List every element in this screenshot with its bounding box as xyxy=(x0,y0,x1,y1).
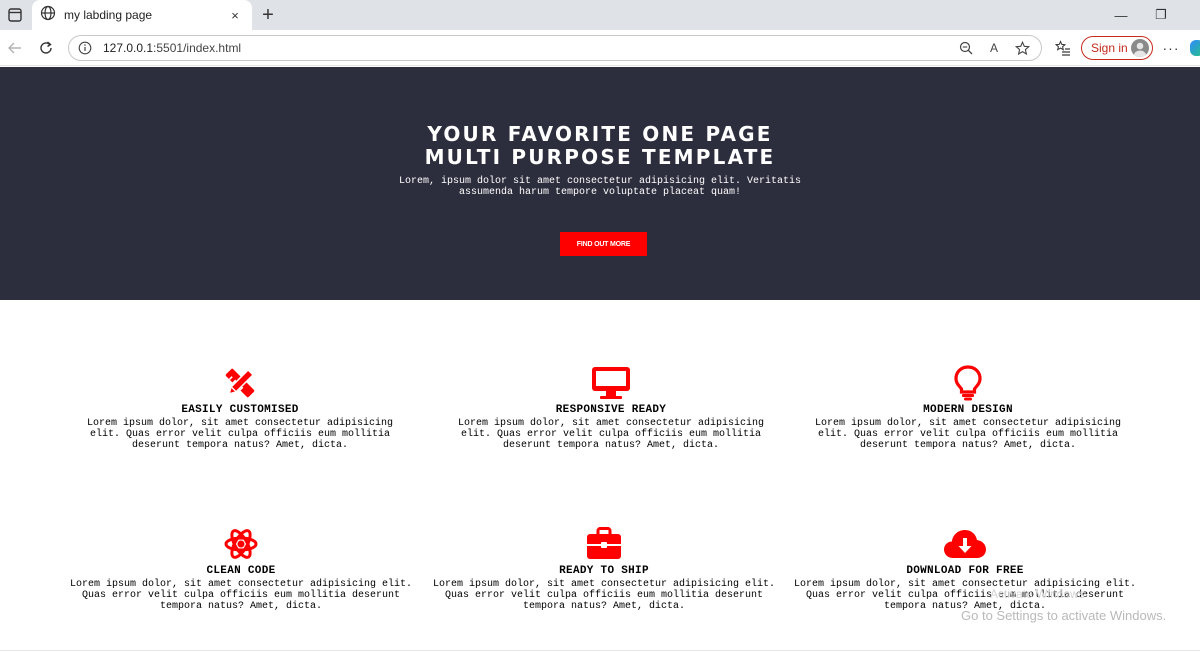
feature-text: Lorem ipsum dolor, sit amet consectetur … xyxy=(61,579,421,612)
page-bottom-edge xyxy=(0,650,1200,654)
zoom-icon[interactable] xyxy=(955,37,977,59)
back-icon[interactable] xyxy=(4,37,26,59)
favorite-star-icon[interactable] xyxy=(1011,37,1033,59)
feature-text-line: tempora natus? Amet, dicta. xyxy=(522,601,686,612)
feature-modern-design: MODERN DESIGN Lorem ipsum dolor, sit ame… xyxy=(788,365,1148,451)
feature-text-line: Lorem ipsum dolor, sit amet consectetur … xyxy=(814,418,1122,429)
feature-text-line: Quas error velit culpa officiis eum moll… xyxy=(805,590,1125,601)
new-tab-icon[interactable]: + xyxy=(257,4,279,26)
feature-text-line: deserunt tempora natus? Amet, dicta. xyxy=(859,440,1077,451)
feature-text: Lorem ipsum dolor, sit amet consectetur … xyxy=(431,418,791,451)
feature-text-line: Lorem ipsum dolor, sit amet consectetur … xyxy=(432,579,776,590)
feature-text-line: Lorem ipsum dolor, sit amet consectetur … xyxy=(69,579,413,590)
feature-text-line: Quas error velit culpa officiis eum moll… xyxy=(444,590,764,601)
feature-text: Lorem ipsum dolor, sit amet consectetur … xyxy=(424,579,784,612)
feature-text-line: Quas error velit culpa officiis eum moll… xyxy=(81,590,401,601)
feature-text: Lorem ipsum dolor, sit amet consectetur … xyxy=(60,418,420,451)
hero-subtitle: Lorem, ipsum dolor sit amet consectetur … xyxy=(0,176,1200,198)
feature-clean-code: CLEAN CODE Lorem ipsum dolor, sit amet c… xyxy=(61,526,421,612)
address-bar[interactable]: 127.0.0.1:5501/index.html A xyxy=(68,35,1042,61)
url-path: :5501/index.html xyxy=(153,41,242,55)
browser-tab-active[interactable]: my labding page × xyxy=(32,0,252,30)
avatar-icon xyxy=(1131,39,1149,57)
feature-title: READY TO SHIP xyxy=(559,565,649,577)
pencil-ruler-icon xyxy=(60,365,420,401)
hero-title: YOUR FAVORITE ONE PAGE MULTI PURPOSE TEM… xyxy=(0,123,1200,169)
tab-close-icon[interactable]: × xyxy=(226,6,244,24)
feature-text-line: tempora natus? Amet, dicta. xyxy=(159,601,323,612)
windows-activation-notice: Go to Settings to activate Windows. xyxy=(961,608,1167,623)
url-host: 127.0.0.1 xyxy=(103,41,154,55)
feature-title: EASILY CUSTOMISED xyxy=(181,404,299,416)
read-aloud-icon[interactable]: A xyxy=(983,37,1005,59)
feature-text-line: deserunt tempora natus? Amet, dicta. xyxy=(502,440,720,451)
feature-title: CLEAN CODE xyxy=(206,565,276,577)
feature-text-line: Lorem ipsum dolor, sit amet consectetur … xyxy=(86,418,394,429)
sign-in-label: Sign in xyxy=(1091,41,1128,55)
hero-title-line-2: MULTI PURPOSE TEMPLATE xyxy=(424,145,776,169)
feature-text-line: deserunt tempora natus? Amet, dicta. xyxy=(131,440,349,451)
hero-section: YOUR FAVORITE ONE PAGE MULTI PURPOSE TEM… xyxy=(0,67,1200,300)
hero-subtitle-line-2: assumenda harum tempore voluptate placea… xyxy=(458,187,742,198)
site-info-icon[interactable] xyxy=(77,40,93,56)
feature-text-line: Lorem ipsum dolor, sit amet consectetur … xyxy=(457,418,765,429)
feature-easily-customised: EASILY CUSTOMISED Lorem ipsum dolor, sit… xyxy=(60,365,420,451)
favorites-icon[interactable] xyxy=(1052,37,1074,59)
sign-in-button[interactable]: Sign in xyxy=(1081,36,1153,60)
feature-text-line: elit. Quas error velit culpa officiis eu… xyxy=(89,429,391,440)
hero-subtitle-line-1: Lorem, ipsum dolor sit amet consectetur … xyxy=(398,176,802,187)
feature-text-line: elit. Quas error velit culpa officiis eu… xyxy=(817,429,1119,440)
feature-responsive-ready: RESPONSIVE READY Lorem ipsum dolor, sit … xyxy=(431,365,791,451)
briefcase-icon xyxy=(424,526,784,562)
minimize-icon[interactable]: — xyxy=(1110,4,1132,26)
desktop-icon xyxy=(431,365,791,401)
atom-icon xyxy=(61,526,421,562)
feature-title: DOWNLOAD FOR FREE xyxy=(906,565,1024,577)
find-out-more-button[interactable]: FIND OUT MORE xyxy=(560,232,647,256)
tab-title: my labding page xyxy=(64,8,153,22)
more-menu-icon[interactable]: ··· xyxy=(1160,37,1182,59)
feature-text-line: elit. Quas error velit culpa officiis eu… xyxy=(460,429,762,440)
feature-text-line: Lorem ipsum dolor, sit amet consectetur … xyxy=(793,579,1137,590)
hero-title-line-1: YOUR FAVORITE ONE PAGE xyxy=(427,122,773,146)
feature-title: MODERN DESIGN xyxy=(923,404,1013,416)
feature-download-for-free: DOWNLOAD FOR FREE Lorem ipsum dolor, sit… xyxy=(785,526,1145,612)
browser-tab-strip: my labding page × + — ❐ xyxy=(0,0,1200,30)
restore-icon[interactable]: ❐ xyxy=(1150,4,1172,26)
browser-toolbar: 127.0.0.1:5501/index.html A Sign in ··· xyxy=(0,30,1200,66)
lightbulb-icon xyxy=(788,365,1148,401)
refresh-icon[interactable] xyxy=(35,37,57,59)
feature-ready-to-ship: READY TO SHIP Lorem ipsum dolor, sit ame… xyxy=(424,526,784,612)
address-url: 127.0.0.1:5501/index.html xyxy=(103,41,949,55)
feature-text: Lorem ipsum dolor, sit amet consectetur … xyxy=(788,418,1148,451)
feature-title: RESPONSIVE READY xyxy=(555,404,667,416)
landing-page: YOUR FAVORITE ONE PAGE MULTI PURPOSE TEM… xyxy=(0,67,1200,654)
windows-activation-title: Activate Windows xyxy=(990,587,1085,601)
tab-actions-icon[interactable] xyxy=(4,4,26,26)
copilot-icon[interactable] xyxy=(1190,40,1200,56)
globe-icon xyxy=(40,5,56,26)
cloud-download-icon xyxy=(785,526,1145,562)
